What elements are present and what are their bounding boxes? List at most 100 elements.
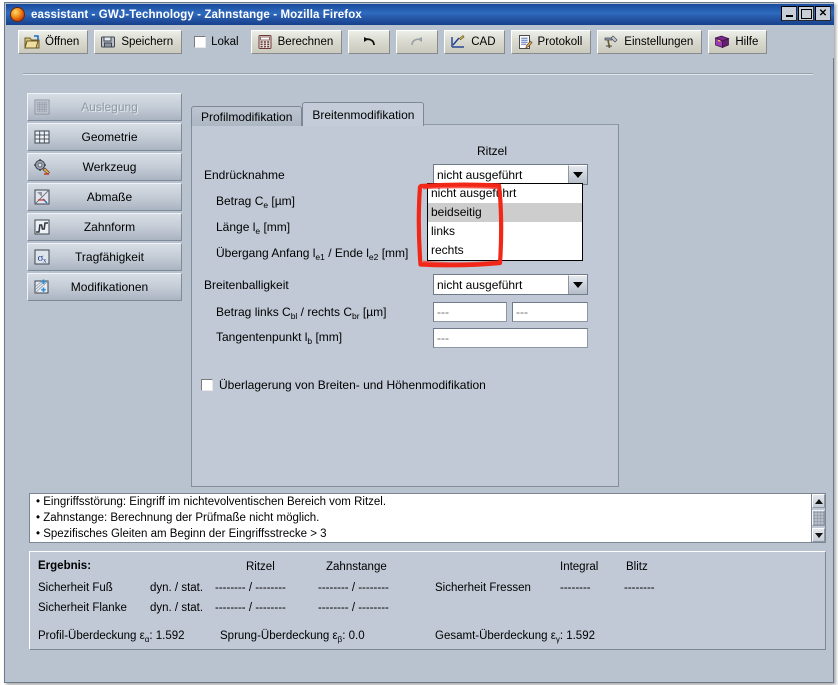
lokal-checkbox[interactable]: Lokal: [188, 35, 245, 48]
sidebar-item-tragfaehigkeit[interactable]: σ x Tragfähigkeit: [27, 243, 182, 271]
result-value: : 0.0: [342, 630, 365, 642]
result-profil-ueberdeckung: Profil-Überdeckung εα: 1.592: [38, 630, 185, 644]
result-row-fuss-zahnstange: -------- / --------: [318, 582, 389, 594]
undo-button[interactable]: [348, 29, 391, 54]
sidebar-navigation: Auslegung Geometrie Werkzeug Abmaße Zahn…: [27, 93, 182, 303]
cad-button[interactable]: CAD: [444, 29, 505, 54]
sidebar-item-abmasse[interactable]: Abmaße: [27, 183, 182, 211]
result-col-zahnstange: Zahnstange: [326, 561, 387, 573]
label-unit: [mm]: [312, 330, 343, 344]
label-unit: [µm]: [268, 194, 296, 208]
close-button[interactable]: ✕: [815, 6, 831, 21]
open-button[interactable]: Öffnen: [18, 29, 89, 54]
sidebar-item-label: Zahnform: [83, 220, 136, 234]
message-line: • Eingriffsstörung: Eingriff im nichtevo…: [36, 496, 387, 508]
help-button[interactable]: Hilfe: [708, 29, 768, 54]
lokal-label: Lokal: [211, 35, 239, 48]
result-fressen-integral: --------: [560, 582, 591, 594]
save-button[interactable]: Speichern: [94, 29, 183, 54]
dropdown-option[interactable]: nicht ausgeführt: [428, 184, 582, 203]
help-button-label: Hilfe: [735, 35, 759, 48]
label-subscript-2: e2: [368, 252, 379, 262]
result-subscript: α: [144, 635, 150, 644]
result-col-integral: Integral: [560, 561, 599, 573]
scroll-up-icon[interactable]: [812, 494, 825, 508]
sidebar-item-werkzeug[interactable]: Werkzeug: [27, 153, 182, 181]
calculate-button[interactable]: Berechnen: [250, 29, 343, 54]
label-subscript: e: [255, 226, 261, 236]
result-row-flanke-ritzel: -------- / --------: [215, 602, 286, 614]
modification-icon: [32, 277, 52, 297]
calculate-button-label: Berechnen: [277, 35, 334, 48]
cad-icon: [450, 34, 466, 50]
tooth-profile-icon: [32, 217, 52, 237]
toolbar-separator: [23, 73, 813, 75]
settings-button[interactable]: Einstellungen: [597, 29, 703, 54]
tab-breitenmodifikation[interactable]: Breitenmodifikation: [302, 102, 425, 126]
firefox-icon: [10, 7, 25, 22]
sidebar-item-label: Werkzeug: [82, 160, 137, 174]
breitenballigkeit-combobox[interactable]: nicht ausgeführt: [433, 274, 588, 295]
breitenmodifikation-panel: Ritzel Endrücknahme nicht ausgeführt Bet…: [191, 124, 619, 487]
endruecknahme-value: nicht ausgeführt: [437, 167, 523, 182]
document-pencil-icon: [517, 34, 533, 50]
application-window: eassistant - GWJ-Technology - Zahnstange…: [4, 2, 834, 683]
minimize-button[interactable]: [781, 6, 797, 21]
calculator-icon: [257, 34, 273, 50]
sidebar-item-auslegung[interactable]: Auslegung: [27, 93, 182, 121]
result-label-text: Sprung-Überdeckung ε: [220, 630, 338, 642]
label-text: Tangentenpunkt l: [216, 330, 308, 344]
result-value: : 1.592: [149, 630, 185, 642]
sidebar-item-zahnform[interactable]: Zahnform: [27, 213, 182, 241]
result-panel: Ergebnis: Ritzel Zahnstange Integral Bli…: [29, 551, 826, 650]
betrag-cbr-input[interactable]: ---: [512, 302, 588, 322]
sidebar-item-label: Tragfähigkeit: [75, 250, 144, 264]
protocol-button-label: Protokoll: [537, 35, 583, 48]
tab-profilmodifikation[interactable]: Profilmodifikation: [191, 106, 303, 126]
result-label-text: Gesamt-Überdeckung ε: [435, 630, 556, 642]
tab-strip: Profilmodifikation Breitenmodifikation: [191, 102, 425, 126]
redo-button[interactable]: [396, 29, 439, 54]
message-list[interactable]: • Eingriffsstörung: Eingriff im nichtevo…: [29, 493, 811, 543]
label-text: Länge l: [216, 220, 256, 234]
label-subscript: e: [263, 200, 269, 210]
sidebar-item-modifikationen[interactable]: Modifikationen: [27, 273, 182, 301]
endruecknahme-combobox[interactable]: nicht ausgeführt: [433, 164, 588, 185]
tangentenpunkt-input[interactable]: ---: [433, 328, 588, 348]
label-mid: / Ende l: [324, 246, 369, 260]
dropdown-option[interactable]: beidseitig: [428, 203, 582, 222]
message-list-scrollbar[interactable]: [811, 493, 826, 543]
result-col-ritzel: Ritzel: [246, 561, 275, 573]
book-help-icon: [714, 34, 730, 50]
result-row-fuss-dynstat: dyn. / stat.: [150, 582, 204, 594]
dropdown-option[interactable]: rechts: [428, 241, 582, 260]
result-value: : 1.592: [559, 630, 595, 642]
grid-icon: [32, 127, 52, 147]
scroll-down-icon[interactable]: [812, 528, 825, 542]
dropdown-option[interactable]: links: [428, 222, 582, 241]
endruecknahme-dropdown-list[interactable]: nicht ausgeführt beidseitig links rechts: [427, 183, 583, 261]
result-sprung-ueberdeckung: Sprung-Überdeckung εβ: 0.0: [220, 630, 365, 644]
betrag-cbl-input[interactable]: ---: [433, 302, 507, 322]
chevron-down-icon[interactable]: [568, 275, 587, 294]
result-row-flanke-zahnstange: -------- / --------: [318, 602, 389, 614]
maximize-button[interactable]: [798, 6, 814, 21]
label-laenge-le: Länge le [mm]: [216, 220, 291, 236]
result-subscript: γ: [555, 635, 560, 644]
protocol-button[interactable]: Protokoll: [510, 29, 592, 54]
sidebar-item-geometrie[interactable]: Geometrie: [27, 123, 182, 151]
result-label-text: Profil-Überdeckung ε: [38, 630, 145, 642]
tab-label: Breitenmodifikation: [312, 107, 415, 122]
scrollbar-thumb[interactable]: [812, 510, 825, 526]
ueberlagerung-checkbox[interactable]: Überlagerung von Breiten- und Höhenmodif…: [201, 378, 486, 392]
label-betrag-cb: Betrag links Cbl / rechts Cbr [µm]: [216, 305, 387, 321]
breitenballigkeit-value: nicht ausgeführt: [437, 277, 523, 292]
folder-open-icon: [24, 34, 40, 50]
column-header-ritzel: Ritzel: [477, 144, 508, 158]
result-col-blitz: Blitz: [626, 561, 648, 573]
label-unit: [mm]: [260, 220, 291, 234]
chevron-down-icon[interactable]: [568, 165, 587, 184]
result-row-flanke-label: Sicherheit Flanke: [38, 602, 127, 614]
sidebar-item-label: Modifikationen: [70, 280, 149, 294]
label-text: Übergang Anfang l: [216, 246, 316, 260]
